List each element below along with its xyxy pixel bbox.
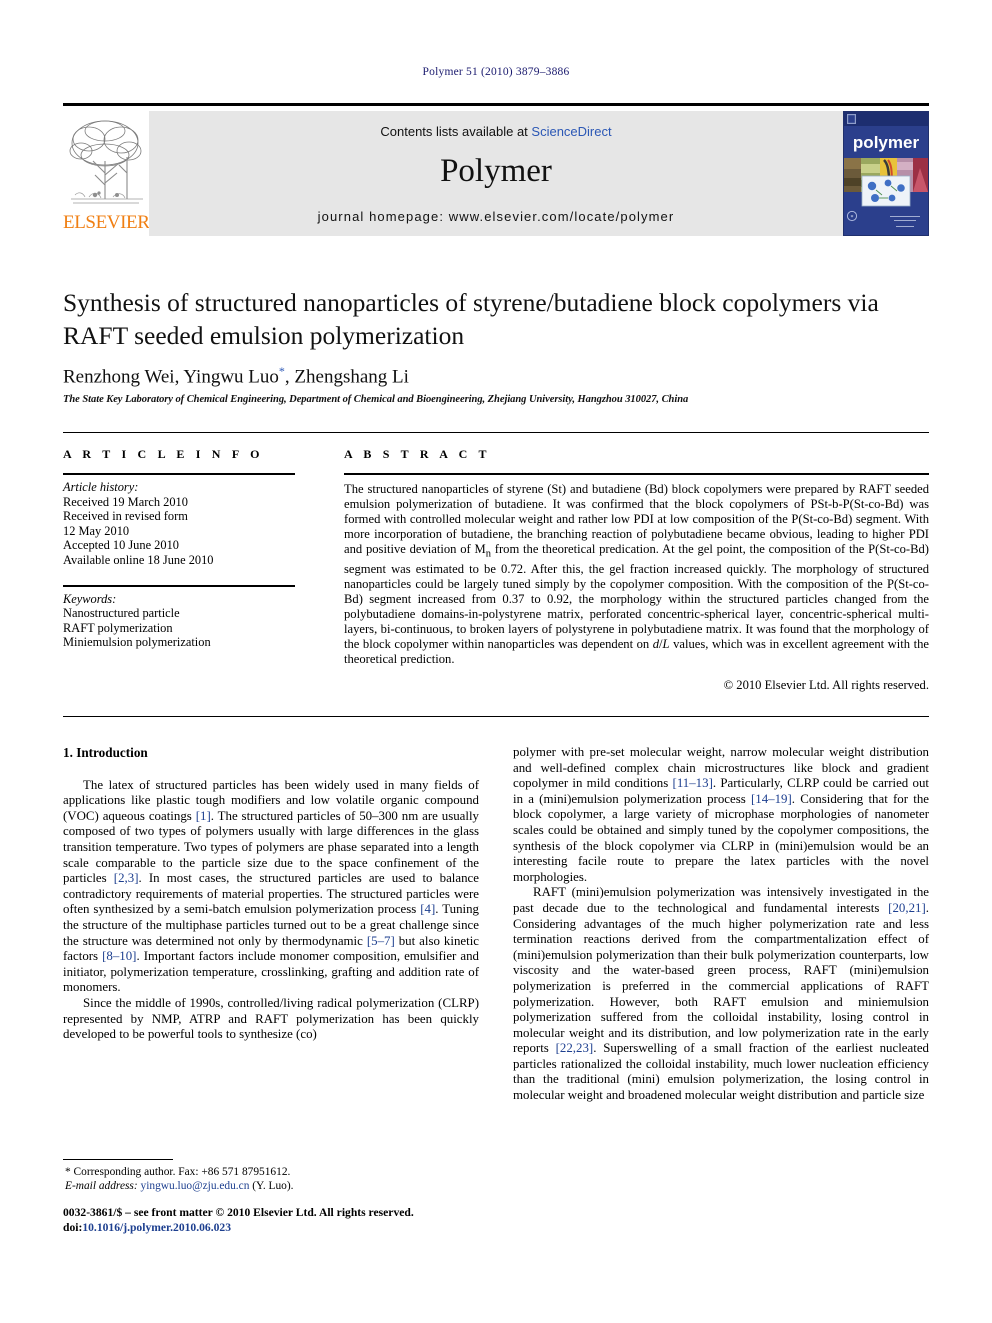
svg-text:polymer: polymer (853, 133, 920, 152)
paragraph: polymer with pre-set molecular weight, n… (513, 745, 929, 884)
abstract-heading: A B S T R A C T (344, 447, 491, 461)
abstract-column: A B S T R A C T The structured nanoparti… (344, 447, 929, 693)
contents-available-line: Contents lists available at ScienceDirec… (149, 124, 843, 139)
citation-ref[interactable]: [1] (196, 809, 211, 823)
history-item: Received in revised form (63, 509, 188, 524)
email-line: E-mail address: yingwu.luo@zju.edu.cn (Y… (63, 1179, 479, 1193)
citation-ref[interactable]: [22,23] (556, 1041, 594, 1055)
paragraph: Since the middle of 1990s, controlled/li… (63, 995, 479, 1042)
contents-prefix: Contents lists available at (380, 124, 532, 139)
sciencedirect-link[interactable]: ScienceDirect (531, 124, 611, 139)
keyword-item: Miniemulsion polymerization (63, 635, 211, 650)
journal-masthead: ELSEVIER Contents lists available at Sci… (63, 103, 929, 236)
article-info-column: A R T I C L E I N F O Article history: R… (63, 447, 295, 650)
email-owner: (Y. Luo). (252, 1180, 294, 1192)
author-names: Renzhong Wei, Yingwu Luo (63, 366, 279, 388)
journal-title: Polymer (440, 153, 552, 189)
keyword-item: Nanostructured particle (63, 606, 180, 621)
citation-ref[interactable]: [11–13] (673, 776, 713, 790)
journal-homepage-link[interactable]: journal homepage: www.elsevier.com/locat… (149, 209, 843, 224)
doi-line: doi:10.1016/j.polymer.2010.06.023 (63, 1221, 493, 1236)
running-head: Polymer 51 (2010) 3879–3886 (422, 66, 570, 78)
citation-ref[interactable]: [2,3] (114, 871, 139, 885)
body-column-right: polymer with pre-set molecular weight, n… (513, 745, 929, 1104)
keywords-label: Keywords: (63, 591, 117, 606)
abstract-top-rule (63, 432, 929, 433)
article-history-label: Article history: (63, 480, 139, 494)
contents-band: Contents lists available at ScienceDirec… (149, 111, 843, 236)
citation-ref[interactable]: [5–7] (367, 934, 395, 948)
paragraph: RAFT (mini)emulsion polymerization was i… (513, 885, 929, 1103)
journal-cover-thumbnail[interactable]: polymer * (843, 111, 929, 236)
abstract-bottom-rule (63, 716, 929, 717)
body-column-left: 1. Introduction The latex of structured … (63, 745, 479, 1043)
page-title: Synthesis of structured nanoparticles of… (63, 288, 879, 350)
elsevier-logo: ELSEVIER (63, 111, 150, 236)
elsevier-tree-icon (65, 113, 147, 209)
article-page: Polymer 51 (2010) 3879–3886 ELSEVIER Con… (0, 0, 992, 1323)
corresponding-author-footnote: * Corresponding author. Fax: +86 571 879… (63, 1159, 479, 1193)
email-label: E-mail address: (65, 1180, 138, 1192)
citation-ref[interactable]: [4] (420, 902, 435, 916)
citation-ref[interactable]: [14–19] (751, 792, 792, 806)
citation-ref[interactable]: [20,21] (888, 901, 926, 915)
doi-link[interactable]: 10.1016/j.polymer.2010.06.023 (82, 1221, 231, 1234)
history-item: Accepted 10 June 2010 (63, 538, 179, 553)
abstract-copyright: © 2010 Elsevier Ltd. All rights reserved… (723, 677, 929, 692)
email-link[interactable]: yingwu.luo@zju.edu.cn (141, 1180, 250, 1192)
imprint-block: 0032-3861/$ – see front matter © 2010 El… (63, 1206, 493, 1235)
keyword-item: RAFT polymerization (63, 620, 173, 635)
author-list: Renzhong Wei, Yingwu Luo*, Zhengshang Li (63, 364, 929, 388)
article-info-heading: A R T I C L E I N F O (63, 447, 264, 461)
section-heading-introduction: 1. Introduction (63, 745, 148, 760)
footnote-rule (63, 1159, 173, 1160)
corresponding-author-line: * Corresponding author. Fax: +86 571 879… (65, 1166, 291, 1178)
history-item: 12 May 2010 (63, 523, 130, 538)
svg-text:*: * (851, 215, 854, 221)
article-history: Article history: Received 19 March 2010 … (63, 475, 295, 568)
paragraph: The latex of structured particles has be… (63, 777, 480, 995)
abstract-text: The structured nanoparticles of styrene … (344, 482, 929, 666)
keywords-block: Keywords: Nanostructured particle RAFT p… (63, 587, 295, 650)
front-matter-line: 0032-3861/$ – see front matter © 2010 El… (63, 1206, 414, 1219)
author-names-tail: , Zhengshang Li (284, 366, 409, 388)
doi-label: doi: (63, 1220, 83, 1234)
citation-ref[interactable]: [8–10] (102, 949, 136, 963)
elsevier-wordmark: ELSEVIER (63, 212, 150, 233)
history-item: Available online 18 June 2010 (63, 552, 214, 567)
history-item: Received 19 March 2010 (63, 494, 188, 509)
affiliation: The State Key Laboratory of Chemical Eng… (63, 394, 689, 405)
